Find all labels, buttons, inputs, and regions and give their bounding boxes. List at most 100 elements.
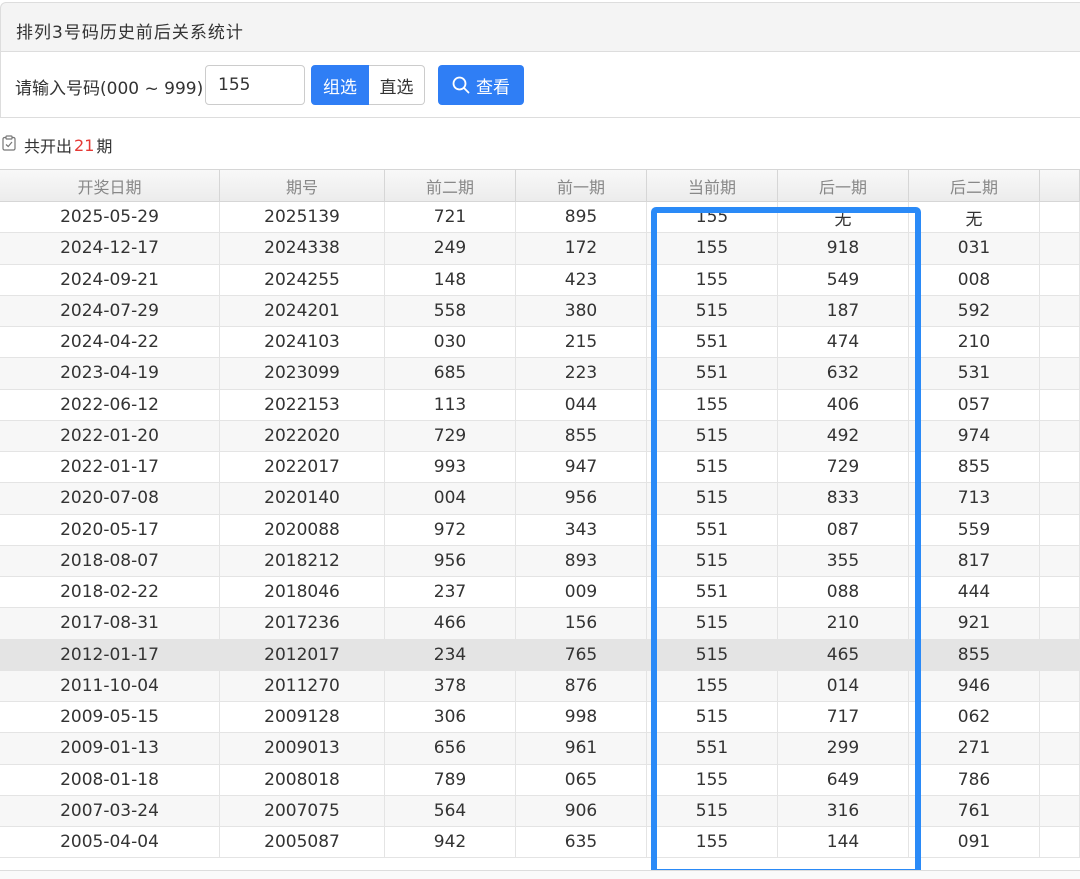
cell-next-one: 014 [778,670,909,701]
cell-issue-number: 2012017 [220,639,385,670]
cell-prev-two: 466 [385,608,516,639]
cell-current: 551 [647,577,778,608]
cell-next-two: 210 [909,327,1040,358]
cell-prev-one: 765 [516,639,647,670]
cell-extra [1040,327,1080,358]
table-row[interactable]: 2008-01-18 2008018 789 065 155 649 786 [0,764,1080,796]
cell-next-two: 974 [909,420,1040,451]
table-row[interactable]: 2007-03-24 2007075 564 906 515 316 761 [0,795,1080,827]
bottom-panel-edge [0,870,1080,879]
header-issue-number[interactable]: 期号 [220,170,385,201]
cell-issue-number: 2017236 [220,608,385,639]
cell-next-one: 833 [778,483,909,514]
cell-next-one: 088 [778,577,909,608]
view-button-label: 查看 [476,77,510,98]
cell-extra [1040,577,1080,608]
cell-current: 515 [647,483,778,514]
header-draw-date[interactable]: 开奖日期 [0,170,220,201]
cell-extra [1040,702,1080,733]
cell-prev-two: 993 [385,452,516,483]
cell-draw-date: 2009-05-15 [0,702,220,733]
cell-prev-one: 906 [516,795,647,826]
cell-next-two: 559 [909,514,1040,545]
cell-draw-date: 2011-10-04 [0,670,220,701]
cell-prev-two: 972 [385,514,516,545]
cell-current: 155 [647,670,778,701]
table-row[interactable]: 2020-07-08 2020140 004 956 515 833 713 [0,483,1080,515]
table-row[interactable]: 2011-10-04 2011270 378 876 155 014 946 [0,670,1080,702]
cell-prev-two: 789 [385,764,516,795]
cell-prev-two: 306 [385,702,516,733]
table-row[interactable]: 2024-12-17 2024338 249 172 155 918 031 [0,233,1080,265]
table-row[interactable]: 2005-04-04 2005087 942 635 155 144 091 [0,827,1080,859]
cell-current: 515 [647,608,778,639]
cell-next-two: 946 [909,670,1040,701]
table-row[interactable]: 2009-05-15 2009128 306 998 515 717 062 [0,702,1080,734]
summary-suffix: 期 [96,137,113,156]
cell-next-one: 144 [778,827,909,858]
cell-prev-one: 380 [516,295,647,326]
cell-next-one: 299 [778,733,909,764]
table-row[interactable]: 2022-01-20 2022020 729 855 515 492 974 [0,420,1080,452]
table-row[interactable]: 2024-07-29 2024201 558 380 515 187 592 [0,295,1080,327]
cell-current: 155 [647,389,778,420]
cell-prev-one: 065 [516,764,647,795]
view-button[interactable]: 查看 [438,65,524,105]
cell-extra [1040,264,1080,295]
table-row[interactable]: 2023-04-19 2023099 685 223 551 632 531 [0,358,1080,390]
header-prev-one[interactable]: 前一期 [516,170,647,201]
group-mode-button[interactable]: 组选 [311,65,369,105]
summary-count: 21 [74,135,95,155]
cell-next-two: 057 [909,389,1040,420]
table-row[interactable]: 2012-01-17 2012017 234 765 515 465 855 [0,639,1080,671]
table-row[interactable]: 2025-05-29 2025139 721 895 155 无无 [0,202,1080,234]
cell-issue-number: 2018212 [220,545,385,576]
cell-next-one: 087 [778,514,909,545]
table-row[interactable]: 2009-01-13 2009013 656 961 551 299 271 [0,733,1080,765]
cell-draw-date: 2012-01-17 [0,639,220,670]
cell-issue-number: 2009013 [220,733,385,764]
cell-current: 155 [647,827,778,858]
header-next-one[interactable]: 后一期 [778,170,909,201]
table-row[interactable]: 2018-02-22 2018046 237 009 551 088 444 [0,577,1080,609]
cell-prev-one: 172 [516,233,647,264]
cell-next-two: 592 [909,295,1040,326]
cell-prev-two: 721 [385,202,516,233]
cell-extra [1040,389,1080,420]
table-row[interactable]: 2024-09-21 2024255 148 423 155 549 008 [0,264,1080,296]
table-row[interactable]: 2018-08-07 2018212 956 893 515 355 817 [0,545,1080,577]
cell-extra [1040,670,1080,701]
cell-prev-two: 656 [385,733,516,764]
cell-next-one: 465 [778,639,909,670]
cell-prev-one: 961 [516,733,647,764]
header-current[interactable]: 当前期 [647,170,778,201]
cell-issue-number: 2025139 [220,202,385,233]
cell-prev-two: 249 [385,233,516,264]
cell-issue-number: 2024338 [220,233,385,264]
table-row[interactable]: 2022-01-17 2022017 993 947 515 729 855 [0,452,1080,484]
header-prev-two[interactable]: 前二期 [385,170,516,201]
panel-header: 排列3号码历史前后关系统计 [0,2,1080,52]
cell-draw-date: 2007-03-24 [0,795,220,826]
cell-current: 155 [647,202,778,233]
cell-draw-date: 2024-12-17 [0,233,220,264]
cell-extra [1040,639,1080,670]
table-row[interactable]: 2022-06-12 2022153 113 044 155 406 057 [0,389,1080,421]
cell-current: 515 [647,639,778,670]
cell-extra [1040,233,1080,264]
cell-next-one: 549 [778,264,909,295]
cell-current: 551 [647,514,778,545]
number-input[interactable] [205,65,305,105]
direct-mode-button[interactable]: 直选 [369,65,425,105]
cell-extra [1040,295,1080,326]
cell-prev-two: 378 [385,670,516,701]
cell-extra [1040,420,1080,451]
cell-prev-one: 998 [516,702,647,733]
table-row[interactable]: 2024-04-22 2024103 030 215 551 474 210 [0,327,1080,359]
header-next-two[interactable]: 后二期 [909,170,1040,201]
cell-extra [1040,483,1080,514]
cell-next-one: 406 [778,389,909,420]
table-row[interactable]: 2020-05-17 2020088 972 343 551 087 559 [0,514,1080,546]
cell-prev-one: 215 [516,327,647,358]
table-row[interactable]: 2017-08-31 2017236 466 156 515 210 921 [0,608,1080,640]
